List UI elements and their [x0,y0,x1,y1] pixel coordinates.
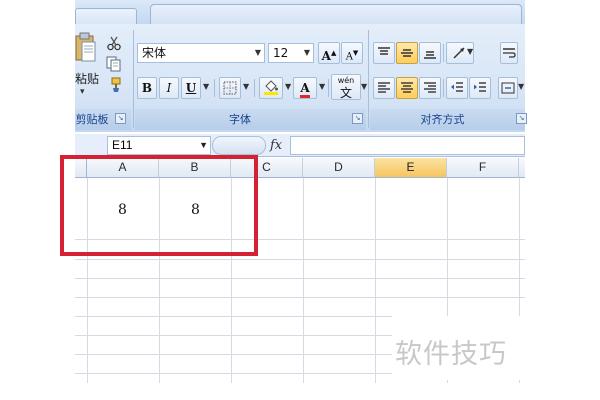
clipboard-group-label: 剪贴板 [75,113,109,126]
align-bottom-icon [424,51,436,59]
italic-button[interactable]: I [159,77,179,99]
font-launcher-icon[interactable]: ↘ [352,113,363,124]
shrink-font-button[interactable]: A▼ [341,42,363,64]
ribbon-separator [443,79,444,97]
paste-icon[interactable] [75,32,97,64]
wrap-text-button[interactable] [500,42,518,64]
gridline [75,278,525,279]
align-left-button[interactable] [373,77,395,99]
borders-icon [223,81,237,95]
chevron-down-icon[interactable]: ▼ [243,82,249,91]
grow-font-label: A [321,49,331,63]
paste-button-label[interactable]: 粘贴 [75,70,99,87]
font-name-combo[interactable]: 宋体 ▼ [137,43,265,63]
bold-button[interactable]: B [137,77,157,99]
text-orientation-icon [453,47,465,59]
cut-icon[interactable] [104,33,124,53]
align-top-button[interactable] [373,42,395,64]
decrease-indent-icon [451,82,463,92]
column-header-f[interactable]: F [447,158,519,178]
borders-button[interactable] [219,77,241,99]
shrink-font-label: A [345,51,353,63]
format-painter-icon[interactable] [104,75,124,95]
align-top-icon [378,47,390,55]
name-box-value: E11 [112,138,133,152]
chevron-down-icon[interactable]: ▼ [199,137,208,154]
column-header-e[interactable]: E [375,158,447,178]
underline-label: U [185,81,197,95]
align-left-icon [378,82,390,93]
ribbon-separator [254,79,255,97]
font-size-combo[interactable]: 12 ▼ [268,43,314,63]
formula-bar-cap [212,136,266,155]
ribbon-separator [133,30,134,128]
watermark-text: 软件技巧 [395,339,507,370]
chevron-down-icon[interactable]: ▼ [319,82,325,91]
ribbon-separator [328,79,329,97]
chevron-down-icon[interactable]: ▼ [361,82,367,91]
name-box[interactable]: E11 ▼ [107,136,211,155]
font-size-value: 12 [273,46,289,60]
column-header-partial[interactable] [519,158,525,178]
merge-cells-icon [501,82,515,94]
font-group-label: 字体 [229,113,251,126]
decrease-indent-button[interactable] [446,77,468,99]
chevron-down-icon[interactable]: ▼ [518,82,524,91]
align-bottom-button[interactable] [419,42,441,64]
fill-bucket-icon [264,80,278,95]
insert-function-icon[interactable]: fx [270,136,282,155]
highlight-box [60,155,258,256]
phonetic-label: 文 [339,86,352,100]
clipboard-launcher-icon[interactable]: ↘ [115,113,126,124]
gridline [75,259,525,260]
wrap-text-icon [503,48,516,58]
italic-label: I [166,81,172,95]
align-center-button[interactable] [396,77,418,99]
gridline [303,178,304,383]
chevron-down-icon[interactable]: ▼ [301,44,313,62]
font-color-button[interactable]: A [293,77,317,99]
chevron-down-icon[interactable]: ▼ [203,82,209,91]
gridline [375,178,376,383]
chevron-down-icon[interactable]: ▼ [252,44,264,62]
align-middle-button[interactable] [396,42,418,64]
font-color-label: A [300,81,310,98]
chevron-down-icon[interactable]: ▼ [467,47,473,56]
ribbon-separator [368,30,369,128]
increase-indent-icon [474,82,486,92]
column-header-d[interactable]: D [303,158,375,178]
align-center-icon [401,82,413,93]
alignment-launcher-icon[interactable]: ↘ [516,113,527,124]
ribbon-separator [443,44,444,62]
grow-font-button[interactable]: A▲ [318,42,340,64]
gridline [75,297,525,298]
font-name-value: 宋体 [142,46,167,60]
alignment-group-label: 对齐方式 [420,113,465,126]
phonetic-button[interactable]: wén 文 [331,74,361,100]
align-right-button[interactable] [419,77,441,99]
increase-indent-button[interactable] [469,77,491,99]
ribbon-tab-home[interactable] [150,4,522,26]
copy-icon[interactable] [104,54,124,74]
merge-center-button[interactable] [498,77,518,99]
formula-input[interactable] [290,136,525,155]
underline-button[interactable]: U [181,77,201,99]
bold-label: B [141,81,153,95]
fill-color-button[interactable] [259,77,283,99]
chevron-down-icon[interactable]: ▼ [285,82,291,91]
align-right-icon [424,82,436,93]
paste-dropdown-arrow[interactable]: ▾ [80,87,85,97]
align-middle-icon [401,49,413,57]
ribbon-separator [214,79,215,97]
excel-window: 粘贴 ▾ 剪贴板 ↘ 宋体 ▼ 12 ▼ A▲ A▼ B I U ▼ ▼ ▼ A… [0,0,600,400]
